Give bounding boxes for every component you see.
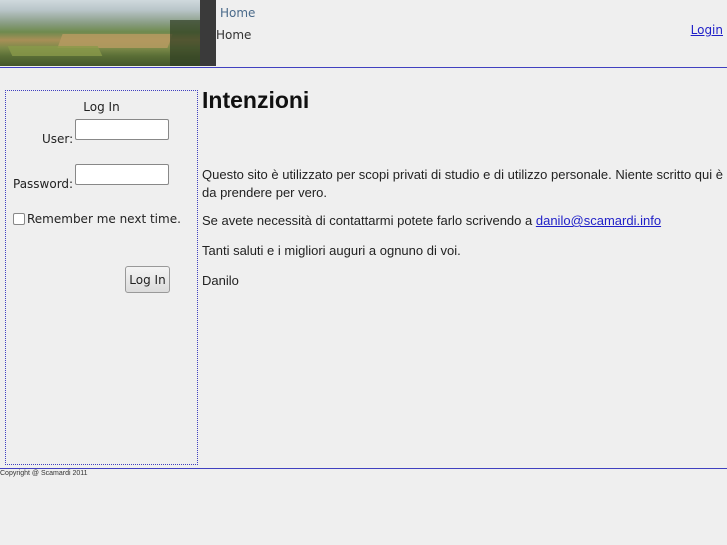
remember-me-row: Remember me next time.	[13, 210, 183, 228]
login-panel: Log In User: Password: Remember me next …	[5, 90, 198, 465]
login-link[interactable]: Login	[691, 23, 723, 37]
breadcrumb: Home	[216, 28, 252, 42]
header-banner-image	[0, 0, 216, 66]
nav-home-link[interactable]: Home	[220, 6, 255, 20]
login-panel-title: Log In	[83, 100, 120, 114]
contact-text: Se avete necessità di contattarmi potete…	[202, 213, 536, 228]
banner-field-shape	[7, 46, 103, 56]
header-divider	[0, 67, 727, 68]
footer-divider	[0, 468, 727, 469]
signature: Danilo	[202, 273, 239, 288]
copyright-text: Copyright @ Scamardi 2011	[0, 470, 88, 477]
login-submit-button[interactable]: Log In	[125, 266, 170, 293]
remember-me-checkbox[interactable]	[13, 213, 25, 225]
user-label: User:	[42, 132, 74, 146]
page-title: Intenzioni	[202, 87, 310, 113]
greetings-paragraph: Tanti saluti e i migliori auguri a ognun…	[202, 243, 461, 258]
banner-house-shape	[200, 0, 216, 66]
password-label: Password:	[13, 177, 74, 191]
contact-paragraph: Se avete necessità di contattarmi potete…	[202, 212, 724, 230]
email-link[interactable]: danilo@scamardi.info	[536, 213, 661, 228]
password-input[interactable]	[75, 164, 169, 185]
intro-paragraph: Questo sito è utilizzato per scopi priva…	[202, 167, 723, 200]
user-input[interactable]	[75, 119, 169, 140]
remember-me-label: Remember me next time.	[27, 212, 181, 226]
